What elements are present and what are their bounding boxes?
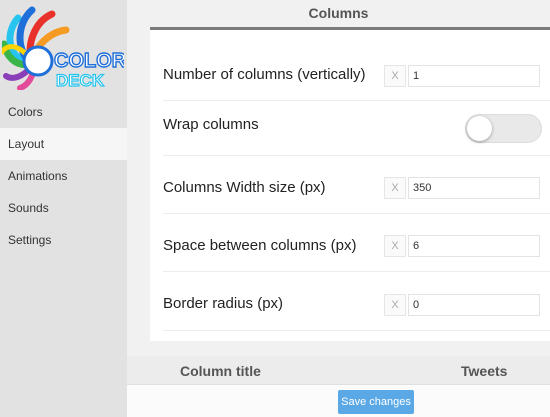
column-title-header: Column title [180,363,261,379]
setting-label-columns: Number of columns (vertically) [163,66,366,83]
section-title: Columns [308,5,369,21]
colordeck-logo: COLOR DECK [0,6,127,91]
sidebar-nav: Colors Layout Animations Sounds Settings [0,96,127,256]
row-divider [163,271,550,272]
setting-label-wrap: Wrap columns [163,116,259,133]
spacing-input[interactable] [408,235,540,257]
row-divider [163,155,550,156]
setting-label-radius: Border radius (px) [163,295,284,312]
svg-text:DECK: DECK [56,71,105,90]
settings-panel: Number of columns (vertically) X Wrap co… [150,30,550,341]
sidebar: COLOR DECK Colors Layout Animations Soun… [0,0,127,417]
sidebar-item-sounds[interactable]: Sounds [0,192,127,224]
sidebar-item-animations[interactable]: Animations [0,160,127,192]
clear-radius-button[interactable]: X [384,294,406,316]
tweets-header: Tweets [461,363,508,379]
setting-label-width: Columns Width size (px) [163,179,326,196]
row-divider [163,330,550,331]
clear-columns-button[interactable]: X [384,65,406,87]
svg-text:COLOR: COLOR [54,50,124,72]
row-divider [163,213,550,214]
toggle-knob [467,116,492,141]
save-changes-button[interactable]: Save changes [338,390,414,414]
sidebar-item-colors[interactable]: Colors [0,96,127,128]
width-input[interactable] [408,177,540,199]
main-content: Columns Number of columns (vertically) X… [127,0,550,417]
radius-input[interactable] [408,294,540,316]
sidebar-item-settings[interactable]: Settings [0,224,127,256]
columns-table-header: Column title Tweets [127,356,550,384]
row-divider [163,100,550,101]
wrap-columns-toggle[interactable] [465,114,542,143]
footer-bar: Save changes [127,384,550,417]
sidebar-item-layout[interactable]: Layout [0,128,127,160]
clear-spacing-button[interactable]: X [384,235,406,257]
clear-width-button[interactable]: X [384,177,406,199]
setting-label-spacing: Space between columns (px) [163,237,357,254]
logo-swirl-icon: COLOR DECK [0,6,127,91]
columns-input[interactable] [408,65,540,87]
